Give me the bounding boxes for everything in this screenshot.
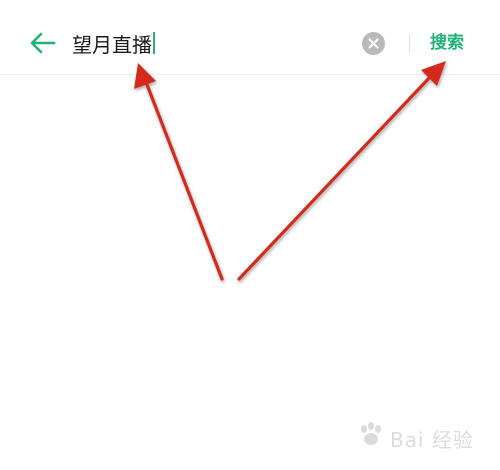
header-divider (0, 74, 500, 75)
watermark-text: Bai 经验 (390, 428, 474, 452)
search-input[interactable] (72, 28, 352, 58)
clear-search-button[interactable] (362, 32, 385, 55)
back-button[interactable] (26, 26, 60, 60)
search-bar: 搜索 (0, 0, 500, 74)
annotation-arrow-right (237, 61, 446, 281)
text-cursor (153, 32, 155, 54)
search-button[interactable]: 搜索 (430, 31, 464, 55)
paw-logo-icon (361, 422, 381, 445)
toolbar-divider (409, 34, 410, 52)
arrow-left-icon (30, 32, 56, 54)
close-circle-icon (368, 38, 379, 49)
watermark: Bai 经验 (356, 418, 480, 454)
annotation-arrow-left (134, 63, 224, 281)
